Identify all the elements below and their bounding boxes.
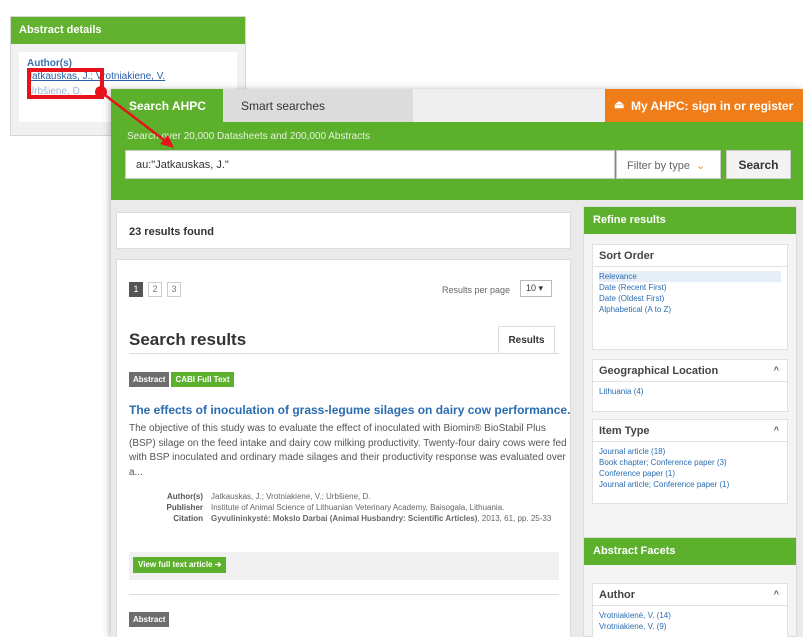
tab-search-ahpc[interactable]: Search AHPC <box>111 89 223 122</box>
publisher-row: Publisher Institute of Animal Science of… <box>159 502 561 513</box>
result-metadata: Author(s) Jatkauskas, J.; Vrotniakiene, … <box>159 491 561 524</box>
sort-order-title: Sort Order <box>593 245 787 267</box>
results-count: 23 results found <box>116 212 571 249</box>
abstract-facets-title: Abstract Facets <box>584 538 796 565</box>
search-bar: Search over 20,000 Datasheets and 200,00… <box>111 122 803 200</box>
filter-label: Filter by type <box>627 160 690 172</box>
author-facet-header[interactable]: Author ^ <box>593 584 787 606</box>
refine-results-title: Refine results <box>584 207 796 234</box>
sign-in-icon: ⏏ <box>614 99 625 111</box>
results-panel: 123 Results per page 10 ▾ Search results… <box>116 259 571 637</box>
tab-my-ahpc-label: My AHPC: sign in or register <box>631 99 794 113</box>
citation-details: , 2013, 61, pp. 25-33 <box>477 514 552 523</box>
result-abstract: The objective of this study was to evalu… <box>129 423 567 478</box>
sort-option-relevance[interactable]: Relevance <box>599 271 781 282</box>
chevron-up-icon: ^ <box>773 425 779 435</box>
chevron-down-icon: ⌄ <box>695 160 706 172</box>
result-badges: Abstract <box>129 612 171 627</box>
geo-option-lithuania[interactable]: Lithuania (4) <box>599 386 781 397</box>
tab-smart-searches[interactable]: Smart searches <box>223 89 413 122</box>
search-window: Search AHPC Smart searches ⏏ My AHPC: si… <box>111 89 803 637</box>
citation-key: Citation <box>173 514 203 523</box>
tab-my-ahpc[interactable]: ⏏ My AHPC: sign in or register <box>605 89 803 122</box>
page-3[interactable]: 3 <box>167 282 181 297</box>
abstract-badge: Abstract <box>129 612 170 627</box>
full-text-strip: View full text article ➔ <box>129 552 559 580</box>
search-button[interactable]: Search <box>726 150 791 179</box>
cabi-full-text-badge: CABI Full Text <box>171 372 234 387</box>
author-facet: Author ^ Vrotniakienė, V. (14) Vrotniaki… <box>592 583 788 637</box>
item-type-conference-paper[interactable]: Conference paper (1) <box>599 468 781 479</box>
view-full-text-button[interactable]: View full text article ➔ <box>133 557 227 573</box>
tab-results[interactable]: Results <box>498 326 555 353</box>
citation-row: Citation Gyvulininkystė: Mokslo Darbai (… <box>159 513 561 524</box>
search-results-heading: Search results <box>129 330 247 349</box>
result-title-link[interactable]: The effects of inoculation of grass-legu… <box>129 403 570 417</box>
geo-facet-title: Geographical Location <box>599 365 719 377</box>
sort-order-list: Relevance Date (Recent First) Date (Olde… <box>593 267 787 319</box>
citation-value: Gyvulininkystė: Mokslo Darbai (Animal Hu… <box>211 513 561 524</box>
chevron-up-icon: ^ <box>773 589 779 599</box>
authors-row: Author(s) Jatkauskas, J.; Vrotniakiene, … <box>159 491 561 502</box>
filter-by-type-select[interactable]: Filter by type ⌄ <box>616 150 721 179</box>
top-tabs: Search AHPC Smart searches ⏏ My AHPC: si… <box>111 89 803 122</box>
chevron-up-icon: ^ <box>773 365 779 375</box>
geographical-location-facet: Geographical Location ^ Lithuania (4) <box>592 359 788 412</box>
item-type-journal-article[interactable]: Journal article (18) <box>599 446 781 457</box>
result-badges: Abstract CABI Full Text <box>129 372 236 387</box>
results-per-page-select[interactable]: 10 ▾ <box>520 280 552 297</box>
publisher-value: Institute of Animal Science of Lithuania… <box>211 503 505 512</box>
sort-order-facet: Sort Order Relevance Date (Recent First)… <box>592 244 788 350</box>
annotation-highlight-box <box>27 68 104 99</box>
divider <box>129 594 559 595</box>
item-type-header[interactable]: Item Type ^ <box>593 420 787 442</box>
author-list: Vrotniakienė, V. (14) Vrotniakiene, V. (… <box>593 606 787 636</box>
item-type-journal-conference[interactable]: Journal article; Conference paper (1) <box>599 479 781 490</box>
item-type-book-chapter[interactable]: Book chapter; Conference paper (3) <box>599 457 781 468</box>
item-type-title: Item Type <box>599 425 650 437</box>
abstract-badge: Abstract <box>129 372 170 387</box>
abstract-details-title: Abstract details <box>11 17 245 44</box>
search-tagline: Search over 20,000 Datasheets and 200,00… <box>127 131 370 142</box>
search-input[interactable] <box>125 150 615 179</box>
publisher-key: Publisher <box>166 503 203 512</box>
authors-key: Author(s) <box>167 492 203 501</box>
divider <box>129 353 559 354</box>
authors-value: Jatkauskas, J.; Vrotniakiene, V.; Urbšie… <box>211 492 371 501</box>
abstract-facets-panel: Abstract Facets Author ^ Vrotniakienė, V… <box>583 537 797 637</box>
citation-journal: Gyvulininkystė: Mokslo Darbai (Animal Hu… <box>211 514 478 523</box>
sort-option-alphabetical[interactable]: Alphabetical (A to Z) <box>599 304 781 315</box>
author-option-vrotniakiene-9[interactable]: Vrotniakiene, V. (9) <box>599 621 781 632</box>
geo-facet-header[interactable]: Geographical Location ^ <box>593 360 787 382</box>
pagination: 123 <box>129 282 186 297</box>
author-facet-title: Author <box>599 589 636 601</box>
sort-option-date-oldest[interactable]: Date (Oldest First) <box>599 293 781 304</box>
author-option-vrotniakiene-14[interactable]: Vrotniakienė, V. (14) <box>599 610 781 621</box>
item-type-list: Journal article (18) Book chapter; Confe… <box>593 442 787 494</box>
sort-option-date-recent[interactable]: Date (Recent First) <box>599 282 781 293</box>
page-1[interactable]: 1 <box>129 282 143 297</box>
page-2[interactable]: 2 <box>148 282 162 297</box>
results-per-page-label: Results per page <box>442 285 511 295</box>
geo-list: Lithuania (4) <box>593 382 787 401</box>
item-type-facet: Item Type ^ Journal article (18) Book ch… <box>592 419 788 504</box>
